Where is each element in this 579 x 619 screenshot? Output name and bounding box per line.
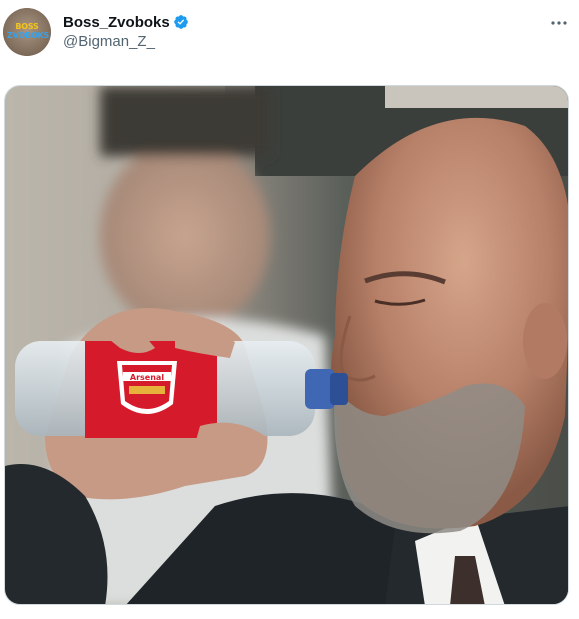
display-name[interactable]: Boss_Zvoboks: [63, 14, 170, 31]
avatar[interactable]: BOSS ZVOBOKS: [3, 8, 51, 56]
photo-illustration: Arsenal: [5, 86, 568, 604]
tweet-card: BOSS ZVOBOKS Boss_Zvoboks @Bigman_Z_ Ars…: [0, 0, 579, 619]
crest-text: Arsenal: [130, 373, 164, 382]
author-name-row: Boss_Zvoboks: [63, 12, 189, 32]
author-handle[interactable]: @Bigman_Z_: [63, 33, 155, 50]
verified-badge-icon: [173, 14, 189, 30]
avatar-text-line2: ZVOBOKS: [7, 31, 50, 40]
tweet-photo[interactable]: Arsenal: [4, 85, 569, 605]
avatar-text-line1: BOSS: [15, 22, 39, 31]
more-horizontal-icon[interactable]: [551, 15, 567, 25]
